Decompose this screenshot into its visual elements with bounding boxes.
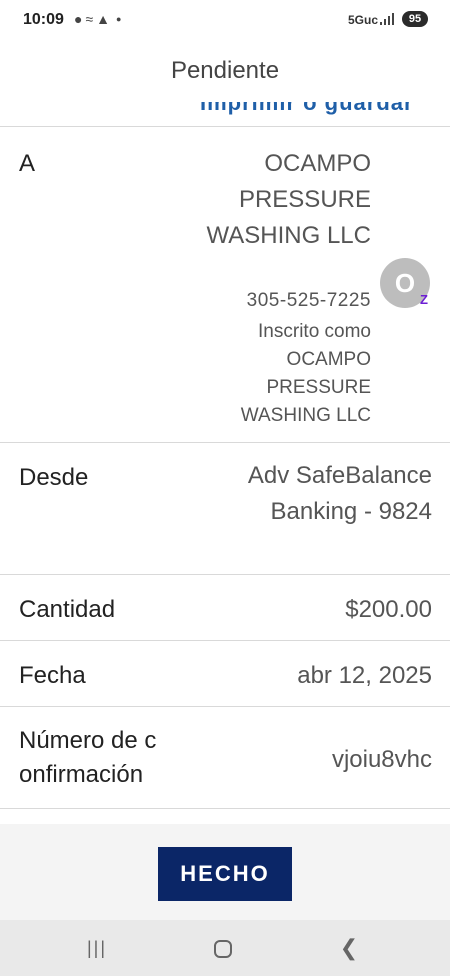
signal-icon xyxy=(380,13,394,25)
date-value: abr 12, 2025 xyxy=(297,662,432,689)
footer: HECHO xyxy=(0,824,450,920)
divider xyxy=(0,442,450,443)
page-title: Pendiente xyxy=(170,57,280,84)
app-header: Pendiente xyxy=(0,40,450,102)
print-or-save-link[interactable]: Imprimir o guardar xyxy=(200,102,414,116)
status-bar: 10:09 ●≈▲ ● 5Guc 95 xyxy=(0,0,450,40)
network-type: 5Guc xyxy=(348,13,379,27)
amount-value: $200.00 xyxy=(345,596,432,623)
system-nav-bar: ||| ❮ xyxy=(0,920,450,976)
amount-label: Cantidad xyxy=(19,596,116,623)
from-label: Desde xyxy=(19,464,89,491)
done-button[interactable]: HECHO xyxy=(158,847,292,901)
recent-apps-icon[interactable]: ||| xyxy=(77,932,117,964)
divider xyxy=(0,640,450,641)
battery-icon: 95 xyxy=(402,11,428,27)
notification-icons: ●≈▲ ● xyxy=(74,11,124,27)
confirmation-label: Número de c onfirmación xyxy=(19,727,157,788)
notification-dot-icon: ● xyxy=(116,14,125,24)
confirmation-number: vjoiu8vhc xyxy=(331,746,432,773)
zelle-badge-icon: Z xyxy=(420,292,428,307)
chat-icon: ● xyxy=(74,11,86,27)
divider xyxy=(0,706,450,707)
from-account: Adv SafeBalance Banking - 9824 xyxy=(247,462,432,525)
recipient-enrolled-as: Inscrito como OCAMPO PRESSURE WASHING LL… xyxy=(240,321,371,426)
snapchat-icon: ▲ xyxy=(96,11,114,27)
home-icon[interactable] xyxy=(203,932,243,964)
wifi-icon: ≈ xyxy=(85,11,97,27)
to-label: A xyxy=(19,150,36,177)
divider xyxy=(0,574,450,575)
back-icon[interactable]: ❮ xyxy=(329,932,369,964)
date-label: Fecha xyxy=(19,662,86,689)
status-time: 10:09 xyxy=(23,11,64,28)
recipient-phone: 305-525-7225 xyxy=(246,290,371,311)
divider xyxy=(0,126,450,127)
divider xyxy=(0,808,450,809)
recipient-name: OCAMPO PRESSURE WASHING LLC xyxy=(206,150,371,249)
transfer-details: Imprimir o guardar A OCAMPO PRESSURE WAS… xyxy=(0,102,450,824)
